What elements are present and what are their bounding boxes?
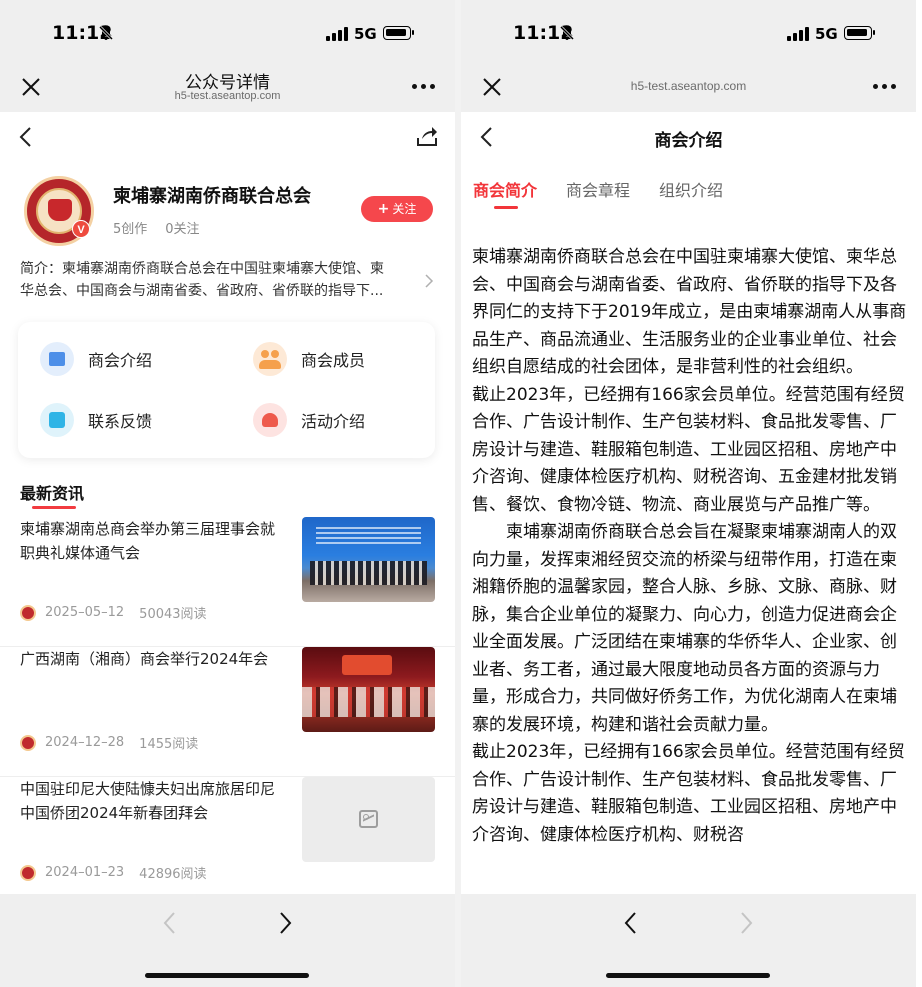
follow-button[interactable]: + 关注 — [361, 196, 433, 222]
bottom-toolbar — [461, 894, 916, 987]
feedback-icon — [40, 403, 74, 437]
menu-item-label: 活动介绍 — [301, 412, 366, 431]
webview-nav-bar: 公众号详情 h5-test.aseantop.com — [0, 64, 455, 112]
bottom-toolbar — [0, 894, 455, 987]
tab-bar: 商会简介 商会章程 组织介绍 — [461, 172, 916, 216]
news-item[interactable]: 中国驻印尼大使陆慷夫妇出席旅居印尼中国侨团2024年新春团拜会 2024–01–… — [0, 777, 455, 907]
menu-item-label: 商会成员 — [301, 351, 366, 370]
webview-nav-bar: h5-test.aseantop.com — [461, 64, 916, 112]
verified-badge-icon: V — [72, 220, 90, 238]
news-meta: 2024–01–23 42896阅读 — [20, 863, 207, 882]
left-phone-screen: 11:12 5G 公众号详情 h5-test.aseantop.com 柬埔寨湖… — [0, 0, 455, 987]
nav-url: h5-test.aseantop.com — [174, 90, 281, 102]
article-body: 柬埔寨湖南侨商联合总会在中国驻柬埔寨大使馆、柬华总会、中国商会与湖南省委、省政府… — [472, 244, 908, 894]
battery-icon — [844, 26, 875, 40]
cellular-signal-icon — [326, 27, 348, 41]
building-icon — [40, 342, 74, 376]
home-indicator[interactable] — [145, 973, 309, 978]
right-phone-screen: 11:12 5G h5-test.aseantop.com 商会介绍 商会简介 … — [461, 0, 916, 987]
home-indicator[interactable] — [606, 973, 770, 978]
back-arrow-icon[interactable] — [162, 910, 178, 936]
news-heading-underline — [32, 506, 76, 509]
news-meta: 2025–05–12 50043阅读 — [20, 603, 207, 622]
article-paragraph: 柬埔寨湖南侨商联合总会在中国驻柬埔寨大使馆、柬华总会、中国商会与湖南省委、省政府… — [472, 247, 907, 377]
menu-item-activities[interactable]: 活动介绍 — [253, 403, 365, 437]
article-paragraph: 截止2023年，已经拥有166家会员单位。经营范围有经贸合作、广告设计制作、生产… — [472, 384, 905, 515]
menu-item-feedback[interactable]: 联系反馈 — [40, 403, 152, 437]
news-views: 1455阅读 — [139, 737, 199, 752]
tab-organization[interactable]: 组织介绍 — [659, 177, 723, 201]
more-options-icon[interactable] — [412, 84, 435, 89]
network-type: 5G — [815, 25, 838, 43]
news-views: 50043阅读 — [139, 607, 207, 622]
article-paragraph: 柬埔寨湖南侨商联合总会旨在凝聚柬埔寨湖南人的双向力量，发挥柬湘经贸交流的桥梁与纽… — [472, 522, 897, 735]
news-heading: 最新资讯 — [20, 484, 85, 503]
menu-item-members[interactable]: 商会成员 — [253, 342, 365, 376]
menu-item-label: 联系反馈 — [88, 412, 153, 431]
account-stats: 5创作 0关注 — [113, 218, 200, 237]
menu-item-chamber-intro[interactable]: 商会介绍 — [40, 342, 152, 376]
source-logo-icon — [20, 864, 36, 881]
status-bar: 11:12 5G — [0, 0, 455, 64]
page-header — [0, 112, 455, 164]
intro-line-2: 华总会、中国商会与湖南省委、省政府、省侨联的指导下... — [20, 283, 384, 299]
tab-charter[interactable]: 商会章程 — [566, 177, 630, 201]
activity-icon — [253, 403, 287, 437]
news-date: 2024–01–23 — [45, 865, 125, 880]
chevron-right-icon[interactable] — [424, 274, 434, 288]
active-tab-indicator — [494, 206, 518, 209]
silent-bell-icon — [559, 25, 575, 41]
news-title: 广西湖南（湘商）商会举行2024年会 — [20, 650, 269, 668]
follow-label: 关注 — [392, 202, 417, 216]
forward-arrow-icon[interactable] — [277, 910, 293, 936]
account-profile: 柬埔寨湖南侨商联合总会 5创作 0关注 + 关注 — [0, 172, 455, 252]
cellular-signal-icon — [787, 27, 809, 41]
status-bar: 11:12 5G — [461, 0, 916, 64]
account-intro[interactable]: 简介：柬埔寨湖南侨商联合总会在中国驻柬埔寨大使馆、柬 华总会、中国商会与湖南省委… — [20, 258, 412, 302]
news-title: 中国驻印尼大使陆慷夫妇出席旅居印尼中国侨团2024年新春团拜会 — [20, 780, 276, 822]
follows-count: 0关注 — [165, 222, 200, 237]
news-views: 42896阅读 — [139, 867, 207, 882]
menu-item-label: 商会介绍 — [88, 351, 153, 370]
intro-line-1: 简介：柬埔寨湖南侨商联合总会在中国驻柬埔寨大使馆、柬 — [20, 261, 384, 277]
news-thumbnail — [302, 647, 435, 732]
news-item[interactable]: 广西湖南（湘商）商会举行2024年会 2024–12–28 1455阅读 — [0, 647, 455, 777]
news-date: 2024–12–28 — [45, 735, 125, 750]
page-header: 商会介绍 — [461, 112, 916, 164]
menu-card: 商会介绍 商会成员 联系反馈 活动介绍 — [18, 322, 435, 458]
silent-bell-icon — [98, 25, 114, 41]
article-paragraph: 截止2023年，已经拥有166家会员单位。经营范围有经贸合作、广告设计制作、生产… — [472, 742, 905, 845]
image-placeholder-icon — [359, 810, 378, 828]
back-arrow-icon[interactable] — [18, 126, 34, 148]
news-thumbnail — [302, 517, 435, 602]
account-name: 柬埔寨湖南侨商联合总会 — [113, 186, 311, 207]
news-item[interactable]: 柬埔寨湖南总商会举办第三届理事会就职典礼媒体通气会 2025–05–12 500… — [0, 517, 455, 647]
more-options-icon[interactable] — [873, 84, 896, 89]
plus-icon: + — [377, 201, 390, 217]
news-date: 2025–05–12 — [45, 605, 125, 620]
network-type: 5G — [354, 25, 377, 43]
nav-url: h5-test.aseantop.com — [630, 79, 747, 93]
page-title: 商会介绍 — [654, 131, 723, 151]
back-arrow-icon[interactable] — [623, 910, 639, 936]
forward-arrow-icon[interactable] — [738, 910, 754, 936]
share-icon[interactable] — [415, 124, 439, 148]
members-icon — [253, 342, 287, 376]
source-logo-icon — [20, 604, 36, 621]
battery-icon — [383, 26, 414, 40]
news-title: 柬埔寨湖南总商会举办第三届理事会就职典礼媒体通气会 — [20, 520, 276, 562]
news-meta: 2024–12–28 1455阅读 — [20, 733, 198, 752]
news-thumbnail-placeholder — [302, 777, 435, 862]
tab-overview[interactable]: 商会简介 — [473, 177, 537, 201]
works-count: 5创作 — [113, 222, 148, 237]
source-logo-icon — [20, 734, 36, 751]
